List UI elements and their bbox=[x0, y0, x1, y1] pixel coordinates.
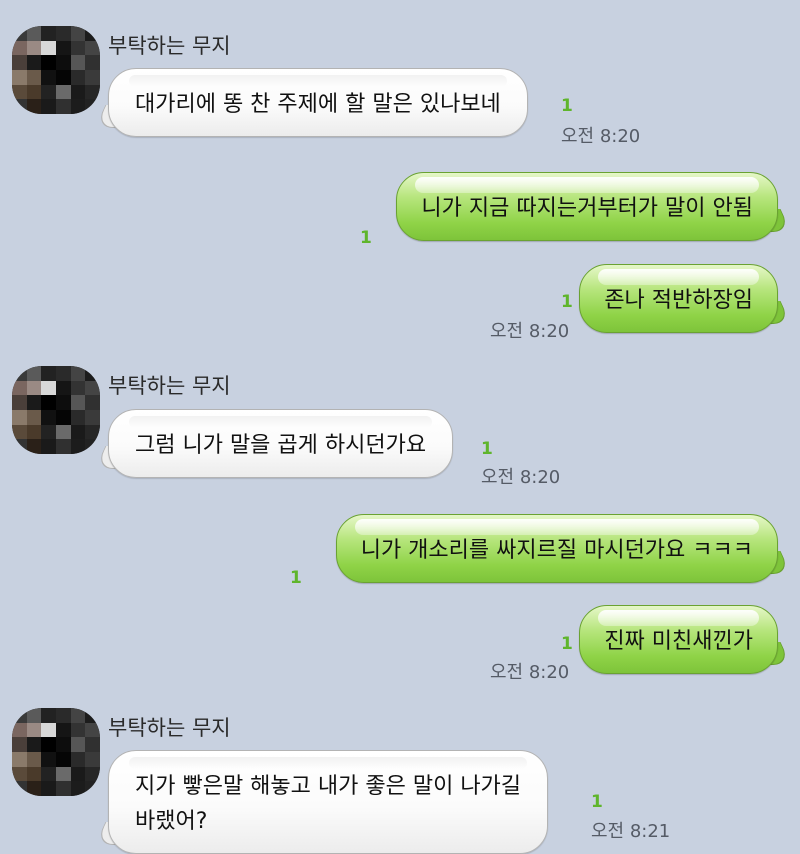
message-bubble-incoming[interactable]: 그럼 니가 말을 곱게 하시던가요 bbox=[108, 409, 454, 478]
unread-count: 1 bbox=[360, 228, 372, 248]
message-text: 니가 개소리를 싸지르질 마시던가요 ㅋㅋㅋ bbox=[360, 538, 753, 563]
message-bubble-incoming[interactable]: 지가 빻은말 해놓고 내가 좋은 말이 나가길 바랬어? bbox=[108, 750, 549, 854]
message-text: 진짜 미친새낀가 bbox=[604, 629, 753, 654]
message-bubble-outgoing[interactable]: 니가 개소리를 싸지르질 마시던가요 ㅋㅋㅋ bbox=[335, 514, 778, 583]
message-text: 니가 지금 따지는거부터가 말이 안됨 bbox=[421, 196, 753, 221]
bubble-highlight bbox=[598, 610, 759, 626]
bubble-highlight bbox=[354, 519, 759, 535]
unread-count: 1 bbox=[591, 792, 603, 812]
message-text: 그럼 니가 말을 곱게 하시던가요 bbox=[135, 433, 427, 458]
sender-name: 부탁하는 무지 bbox=[108, 34, 231, 58]
unread-count: 1 bbox=[561, 96, 573, 116]
chat-view[interactable]: 부탁하는 무지 대가리에 똥 찬 주제에 할 말은 있나보네 1 오전 8:20… bbox=[0, 0, 800, 854]
message-bubble-outgoing[interactable]: 진짜 미친새낀가 bbox=[579, 605, 778, 674]
bubble-highlight bbox=[129, 416, 433, 428]
message-bubble-outgoing[interactable]: 니가 지금 따지는거부터가 말이 안됨 bbox=[396, 172, 778, 241]
message-text: 존나 적반하장임 bbox=[604, 288, 753, 313]
message-time: 오전 8:20 bbox=[490, 662, 570, 683]
message-bubble-incoming[interactable]: 대가리에 똥 찬 주제에 할 말은 있나보네 bbox=[108, 68, 528, 137]
avatar[interactable] bbox=[12, 26, 100, 114]
unread-count: 1 bbox=[290, 568, 302, 588]
message-text: 대가리에 똥 찬 주제에 할 말은 있나보네 bbox=[135, 92, 501, 117]
avatar[interactable] bbox=[12, 366, 100, 454]
sender-name: 부탁하는 무지 bbox=[108, 374, 231, 398]
message-text-line: 지가 빻은말 해놓고 내가 좋은 말이 나가길 bbox=[135, 774, 522, 799]
message-time: 오전 8:21 bbox=[591, 821, 671, 842]
message-text-line: 바랬어? bbox=[135, 809, 208, 834]
message-time: 오전 8:20 bbox=[481, 467, 561, 488]
bubble-highlight bbox=[598, 269, 759, 285]
unread-count: 1 bbox=[561, 292, 573, 312]
message-bubble-outgoing[interactable]: 존나 적반하장임 bbox=[579, 264, 778, 333]
bubble-highlight bbox=[415, 177, 759, 193]
bubble-highlight bbox=[129, 75, 507, 87]
bubble-highlight bbox=[129, 757, 528, 769]
sender-name: 부탁하는 무지 bbox=[108, 716, 231, 740]
unread-count: 1 bbox=[481, 439, 493, 459]
unread-count: 1 bbox=[561, 634, 573, 654]
message-time: 오전 8:20 bbox=[490, 321, 570, 342]
message-time: 오전 8:20 bbox=[561, 126, 641, 147]
avatar[interactable] bbox=[12, 708, 100, 796]
